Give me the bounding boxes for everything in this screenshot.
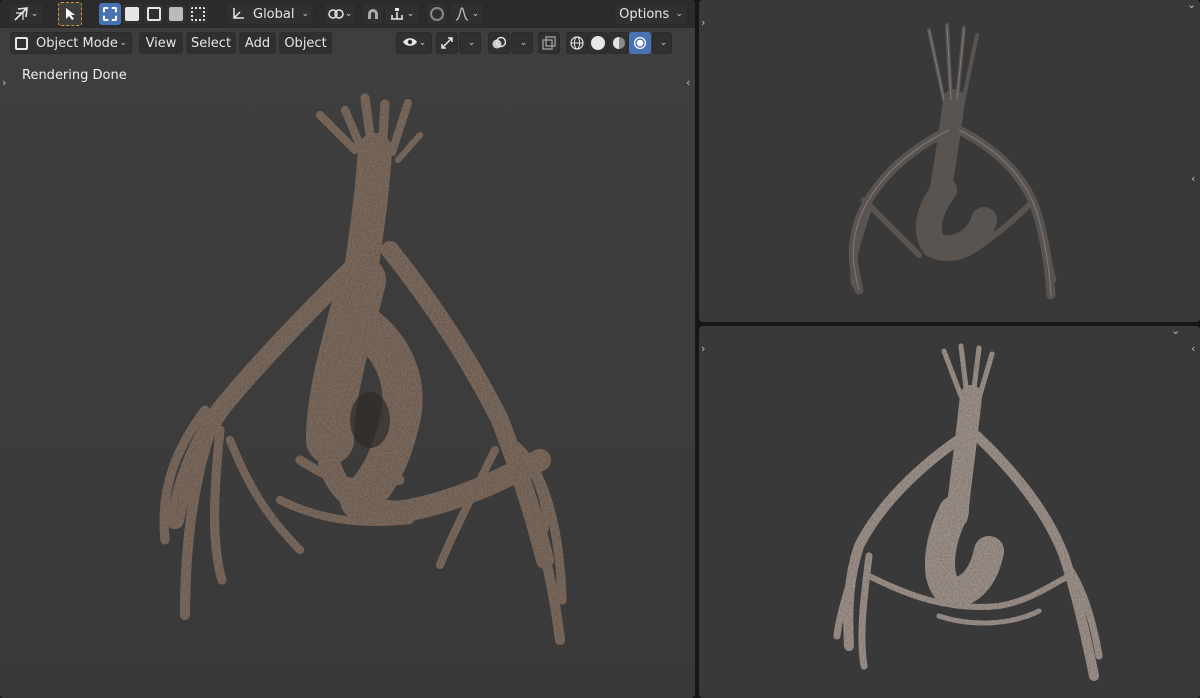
creature-model-material: [833, 343, 1103, 681]
creature-model-render: [159, 93, 567, 645]
creature-model-solid: [848, 23, 1057, 300]
main-viewport[interactable]: ⌄ Global ⌄ ⌄ ⌄ ⌄ Options ⌄ Object Mode ⌄…: [0, 0, 695, 698]
top-right-viewport[interactable]: › ⌄ ‹: [699, 0, 1200, 322]
bottom-right-viewport[interactable]: › ⌄ ‹: [699, 326, 1200, 698]
